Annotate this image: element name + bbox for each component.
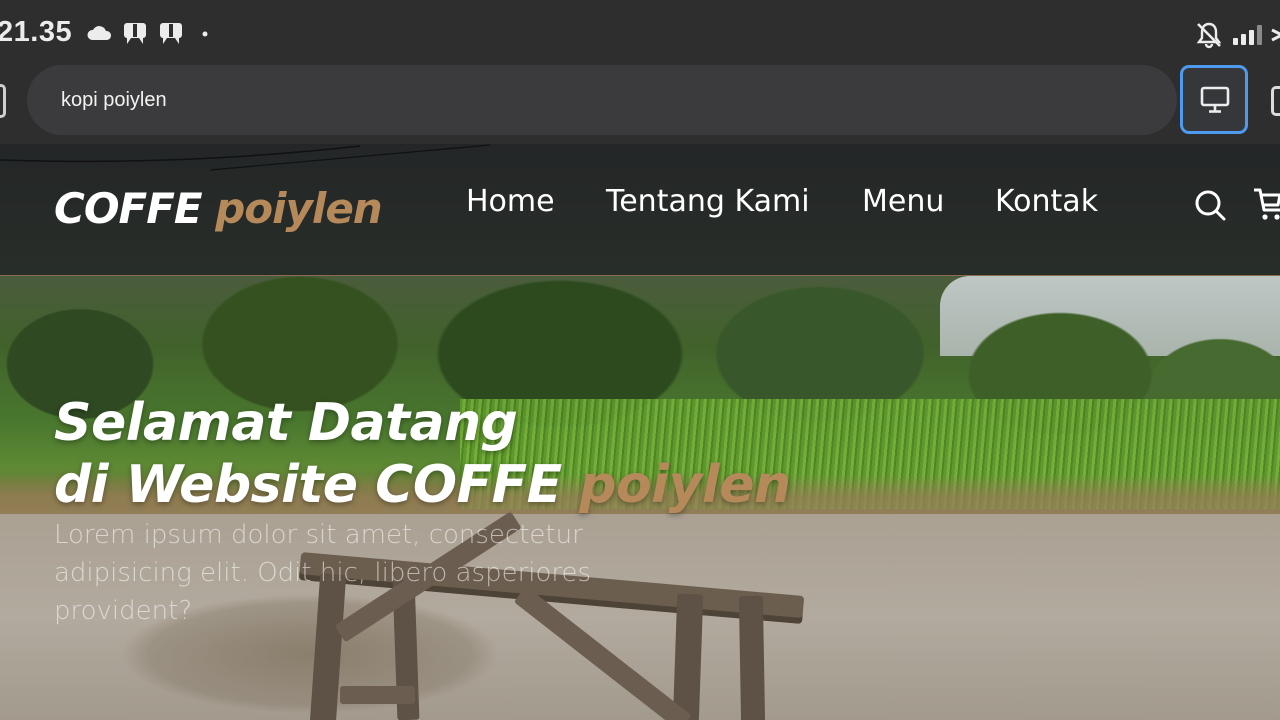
browser-toolbar: kopi poiylen bbox=[0, 64, 1280, 144]
nav-home[interactable]: Home bbox=[466, 184, 555, 219]
tabs-button[interactable] bbox=[1271, 86, 1280, 116]
hero-title-line-1: Selamat Datang bbox=[54, 393, 518, 453]
desktop-site-button[interactable] bbox=[1180, 65, 1248, 134]
bench-brace bbox=[340, 686, 415, 704]
status-time: 21.35 bbox=[0, 16, 73, 48]
wifi-icon bbox=[1271, 28, 1280, 42]
hero-title: Selamat Datang di Website COFFE poiylen bbox=[54, 392, 791, 516]
web-page: COFFE poiylen Home Tentang Kami Menu Kon… bbox=[0, 144, 1280, 720]
nav-kontak[interactable]: Kontak bbox=[995, 184, 1098, 219]
nav-menu[interactable]: Menu bbox=[862, 184, 944, 219]
cloud-icon bbox=[87, 26, 112, 40]
hero-title-accent: poiylen bbox=[579, 455, 791, 515]
notification-icon bbox=[160, 23, 182, 44]
nav-tentang-kami[interactable]: Tentang Kami bbox=[606, 184, 810, 219]
hero-title-main: di Website COFFE bbox=[54, 455, 580, 515]
status-bar: 21.35 bbox=[0, 0, 1280, 64]
signal-icon bbox=[1233, 25, 1262, 45]
hero-title-line-2: di Website COFFE poiylen bbox=[54, 454, 791, 516]
logo-main: COFFE bbox=[54, 184, 203, 233]
bench-leg bbox=[672, 593, 704, 720]
cart-icon[interactable] bbox=[1252, 186, 1280, 222]
dot-icon bbox=[202, 31, 208, 37]
bench-leg bbox=[738, 595, 766, 720]
address-bar[interactable]: kopi poiylen bbox=[27, 65, 1177, 135]
site-header: COFFE poiylen Home Tentang Kami Menu Kon… bbox=[0, 144, 1280, 276]
site-logo[interactable]: COFFE poiylen bbox=[54, 184, 383, 233]
hero-paragraph: Lorem ipsum dolor sit amet, consectetur … bbox=[54, 520, 592, 626]
address-bar-text[interactable]: kopi poiylen bbox=[61, 89, 167, 112]
notification-icon bbox=[124, 23, 146, 44]
tab-switcher-stub[interactable] bbox=[0, 84, 6, 118]
search-icon[interactable] bbox=[1193, 188, 1227, 222]
logo-accent: poiylen bbox=[215, 184, 382, 233]
bell-off-icon bbox=[1196, 22, 1222, 49]
monitor-icon bbox=[1200, 86, 1230, 113]
power-lines bbox=[0, 144, 491, 171]
